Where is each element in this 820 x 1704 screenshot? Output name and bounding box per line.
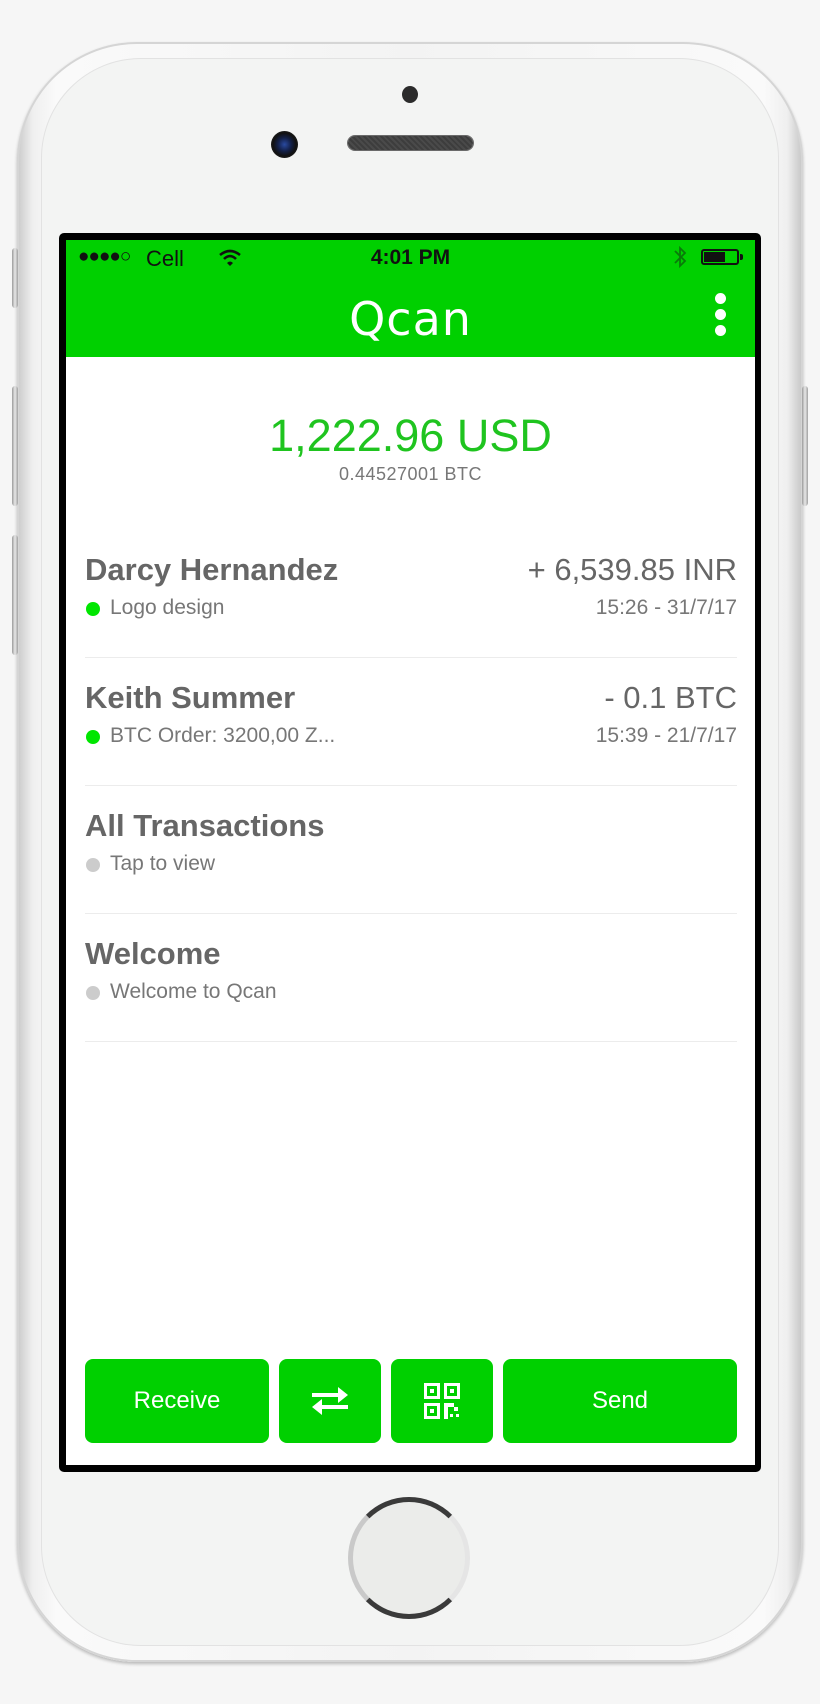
item-subtitle: Tap to view bbox=[110, 852, 216, 875]
transaction-list: Darcy Hernandez + 6,539.85 INR Logo desi… bbox=[85, 530, 737, 1042]
battery-level bbox=[704, 252, 725, 262]
more-vertical-icon-dot bbox=[715, 293, 726, 304]
list-item[interactable]: Keith Summer - 0.1 BTC BTC Order: 3200,0… bbox=[85, 658, 737, 786]
item-title: All Transactions bbox=[85, 808, 325, 843]
scan-qr-button[interactable] bbox=[391, 1359, 493, 1443]
earpiece-speaker bbox=[348, 136, 473, 150]
volume-up-button bbox=[12, 386, 18, 506]
app-header: ●●●●○ Cell 4:01 PM Qcan bbox=[66, 240, 755, 357]
status-dot-icon bbox=[86, 730, 100, 744]
status-bar: ●●●●○ Cell 4:01 PM bbox=[66, 240, 755, 280]
item-title: Darcy Hernandez bbox=[85, 552, 339, 587]
balance-crypto: 0.44527001 BTC bbox=[338, 464, 483, 484]
status-dot-icon bbox=[86, 986, 100, 1000]
volume-down-button bbox=[12, 535, 18, 655]
action-bar: Receive Send bbox=[85, 1359, 737, 1443]
list-item-all-transactions[interactable]: All Transactions Tap to view bbox=[85, 786, 737, 914]
item-timestamp: 15:26 - 31/7/17 bbox=[595, 596, 737, 619]
list-item-welcome[interactable]: Welcome Welcome to Qcan bbox=[85, 914, 737, 1042]
proximity-sensor bbox=[402, 86, 418, 103]
more-vertical-icon-dot bbox=[715, 309, 726, 320]
battery-icon bbox=[701, 249, 739, 265]
send-button[interactable]: Send bbox=[503, 1359, 737, 1443]
list-item[interactable]: Darcy Hernandez + 6,539.85 INR Logo desi… bbox=[85, 530, 737, 658]
battery-tip bbox=[740, 254, 743, 260]
home-button[interactable] bbox=[348, 1497, 470, 1619]
clock: 4:01 PM bbox=[370, 246, 451, 269]
app-screen: ●●●●○ Cell 4:01 PM Qcan 1,222.96 USD 0.4… bbox=[66, 240, 755, 1465]
power-button bbox=[802, 386, 808, 506]
status-dot-icon bbox=[86, 858, 100, 872]
item-subtitle: Logo design bbox=[110, 596, 225, 619]
balance-fiat: 1,222.96 USD bbox=[269, 410, 552, 461]
item-title: Keith Summer bbox=[85, 680, 296, 715]
more-menu-button[interactable] bbox=[706, 290, 736, 340]
receive-button[interactable]: Receive bbox=[85, 1359, 269, 1443]
item-subtitle: Welcome to Qcan bbox=[110, 980, 277, 1003]
item-amount: - 0.1 BTC bbox=[604, 680, 737, 715]
exchange-button[interactable] bbox=[279, 1359, 381, 1443]
app-title: Qcan bbox=[349, 292, 472, 346]
item-timestamp: 15:39 - 21/7/17 bbox=[595, 724, 737, 747]
mute-switch bbox=[12, 248, 18, 308]
status-dot-icon bbox=[86, 602, 100, 616]
bluetooth-icon bbox=[672, 244, 688, 276]
item-subtitle: BTC Order: 3200,00 Z... bbox=[110, 724, 336, 747]
item-title: Welcome bbox=[85, 936, 221, 971]
item-amount: + 6,539.85 INR bbox=[527, 552, 737, 587]
more-vertical-icon-dot bbox=[715, 325, 726, 336]
qr-code-icon bbox=[424, 1383, 460, 1419]
swap-arrows-icon bbox=[312, 1387, 348, 1415]
balance-summary: 1,222.96 USD 0.44527001 BTC bbox=[66, 412, 755, 485]
front-camera bbox=[271, 131, 298, 158]
